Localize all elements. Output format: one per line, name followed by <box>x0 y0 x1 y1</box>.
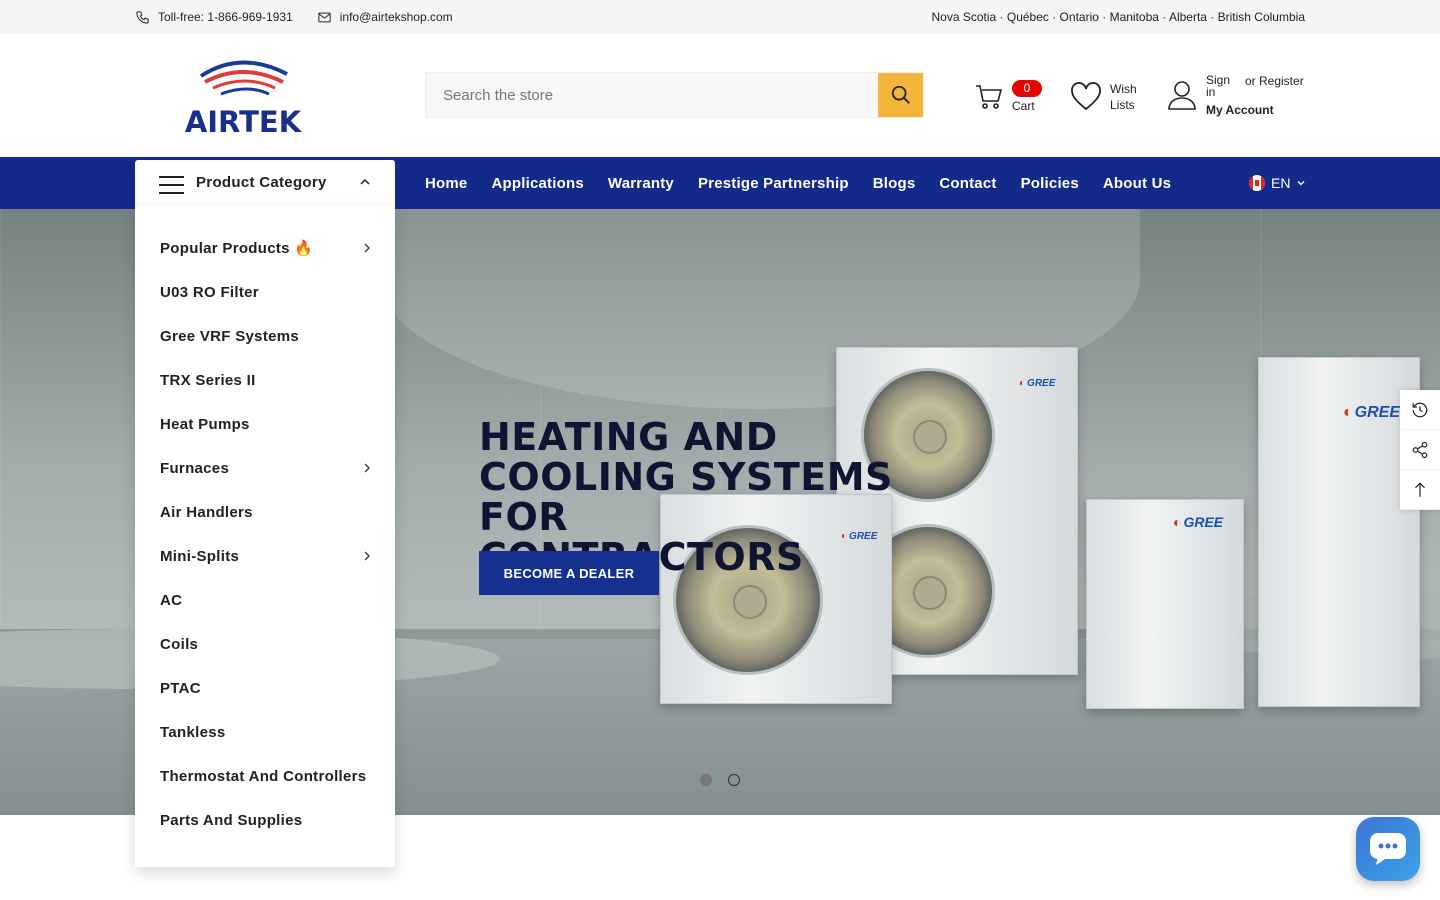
phone-link[interactable]: Toll-free: 1-866-969-1931 <box>135 10 293 25</box>
category-item[interactable]: Gree VRF Systems <box>135 314 395 358</box>
category-item[interactable]: Tankless <box>135 710 395 754</box>
category-item-label: AC <box>160 591 183 609</box>
search-bar <box>425 72 924 118</box>
hamburger-icon <box>159 176 184 194</box>
gree-logo: GREE <box>1019 378 1055 389</box>
category-item-label: TRX Series II <box>160 371 256 389</box>
slider-dot-1[interactable] <box>700 774 712 786</box>
share-button[interactable] <box>1400 430 1440 470</box>
category-item[interactable]: AC <box>135 578 395 622</box>
chevron-up-icon <box>360 178 370 185</box>
category-item-label: Heat Pumps <box>160 415 250 433</box>
contact-info: Toll-free: 1-866-969-1931 info@airteksho… <box>135 0 453 34</box>
cart-label: Cart <box>1012 99 1035 113</box>
phone-icon <box>136 10 149 24</box>
slider-dots <box>700 774 740 786</box>
heart-icon <box>1071 82 1101 111</box>
header: AIRTEK 0 Cart Wish Lists Sign in or Regi… <box>0 34 1440 157</box>
category-item[interactable]: Air Handlers <box>135 490 395 534</box>
nav-about-us[interactable]: About Us <box>1103 175 1171 192</box>
category-item-label: Furnaces <box>160 459 230 477</box>
category-item[interactable]: Coils <box>135 622 395 666</box>
nav-policies[interactable]: Policies <box>1021 175 1079 192</box>
hero-title-line-2: COOLING SYSTEMS <box>479 455 893 499</box>
language-selector[interactable]: EN <box>1249 175 1306 191</box>
cart-icon <box>976 85 1003 109</box>
airtek-logo[interactable]: AIRTEK <box>183 52 303 139</box>
wishlist-button[interactable]: Wish Lists <box>1070 80 1150 116</box>
category-item-label: Gree VRF Systems <box>160 327 300 345</box>
chat-widget-button[interactable] <box>1356 817 1420 881</box>
chevron-right-icon <box>364 463 370 473</box>
hero-title-line-1: HEATING AND <box>479 415 778 459</box>
main-nav-links: Home Applications Warranty Prestige Part… <box>425 157 1195 209</box>
email-text: info@airtekshop.com <box>339 10 453 24</box>
product-category-menu: Popular Products 🔥 U03 RO Filter Gree VRF … <box>135 206 395 867</box>
top-bar: Toll-free: 1-866-969-1931 info@airteksho… <box>0 0 1440 34</box>
nav-contact[interactable]: Contact <box>939 175 996 192</box>
logo-text: AIRTEK <box>185 105 303 136</box>
category-item-label: Parts And Supplies <box>160 811 303 829</box>
category-item-label: Tankless <box>160 723 226 741</box>
account-area: Sign in or Register My Account <box>1166 74 1306 122</box>
chevron-right-icon <box>364 243 370 253</box>
share-icon <box>1412 441 1428 458</box>
my-account-link[interactable]: My Account <box>1206 103 1274 117</box>
product-category-toggle[interactable]: Product Category <box>135 160 395 209</box>
category-item-label: Coils <box>160 635 199 653</box>
category-item-label: Thermostat And Controllers <box>160 767 367 785</box>
back-to-top-button[interactable] <box>1400 470 1440 510</box>
nav-blogs[interactable]: Blogs <box>873 175 916 192</box>
sign-in-link[interactable]: Sign in <box>1206 74 1236 98</box>
category-item[interactable]: Parts And Supplies <box>135 798 395 842</box>
airtek-logo-icon: AIRTEK <box>185 60 303 139</box>
nav-applications[interactable]: Applications <box>491 175 583 192</box>
cart-button[interactable]: 0 Cart <box>974 80 1046 116</box>
gree-logo: GREE <box>1343 404 1400 422</box>
cart-count-badge: 0 <box>1012 80 1042 97</box>
chat-bubble-icon <box>1370 833 1406 865</box>
history-icon <box>1412 402 1428 417</box>
become-dealer-button[interactable]: BECOME A DEALER <box>479 551 659 595</box>
gree-logo: GREE <box>1173 514 1223 530</box>
category-item[interactable]: TRX Series II <box>135 358 395 402</box>
product-category-label: Product Category <box>196 174 327 191</box>
phone-text: Toll-free: 1-866-969-1931 <box>158 10 293 24</box>
main-navbar: Product Category Home Applications Warra… <box>0 157 1440 209</box>
register-link[interactable]: or Register <box>1245 74 1304 88</box>
canada-flag-icon <box>1249 175 1265 191</box>
water-heater-image: GREE <box>1086 499 1244 709</box>
slider-dot-2[interactable] <box>728 774 740 786</box>
category-item-label: Air Handlers <box>160 503 253 521</box>
category-item-label: Mini-Splits <box>160 547 240 565</box>
recently-viewed-button[interactable] <box>1400 390 1440 430</box>
category-item[interactable]: Popular Products 🔥 <box>135 226 395 270</box>
category-item[interactable]: Thermostat And Controllers <box>135 754 395 798</box>
chevron-right-icon <box>364 551 370 561</box>
email-link[interactable]: info@airtekshop.com <box>317 10 453 25</box>
category-item[interactable]: Furnaces <box>135 446 395 490</box>
side-tools <box>1400 390 1440 510</box>
language-label: EN <box>1271 175 1291 191</box>
search-input[interactable] <box>426 73 878 117</box>
nav-home[interactable]: Home <box>425 175 467 192</box>
category-item[interactable]: U03 RO Filter <box>135 270 395 314</box>
category-item[interactable]: Mini-Splits <box>135 534 395 578</box>
regions-text: Nova Scotia · Québec · Ontario · Manitob… <box>931 10 1306 24</box>
air-handler-image: GREE <box>1258 357 1420 707</box>
nav-prestige-partnership[interactable]: Prestige Partnership <box>698 175 849 192</box>
search-icon <box>891 85 910 104</box>
category-item[interactable]: PTAC <box>135 666 395 710</box>
category-item-label: U03 RO Filter <box>160 283 259 301</box>
wishlist-label: Wish Lists <box>1110 82 1137 112</box>
arrow-up-icon <box>1415 481 1425 497</box>
category-item[interactable]: Heat Pumps <box>135 402 395 446</box>
chevron-down-icon <box>1297 181 1305 186</box>
mail-icon <box>318 12 331 22</box>
category-item-label: Popular Products 🔥 <box>160 240 314 257</box>
user-icon <box>1168 81 1196 110</box>
nav-warranty[interactable]: Warranty <box>608 175 674 192</box>
search-button[interactable] <box>878 73 923 117</box>
category-item-label: PTAC <box>160 679 201 697</box>
